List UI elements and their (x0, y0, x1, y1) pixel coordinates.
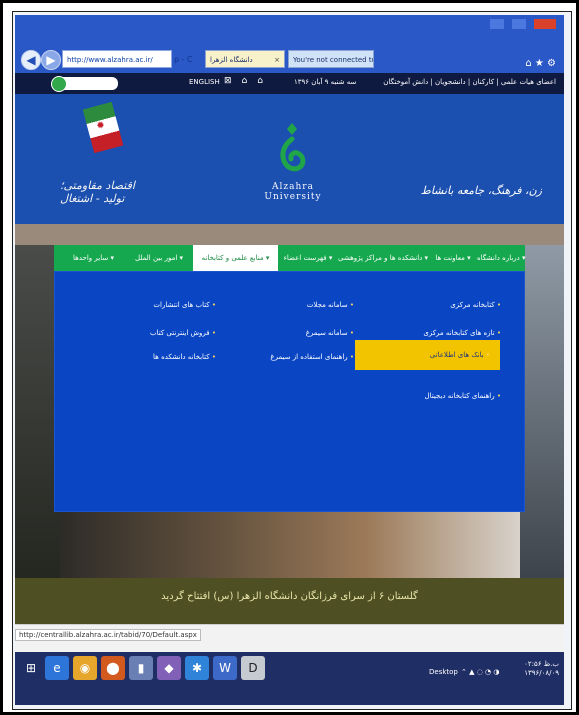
document-icon[interactable]: D (241, 656, 265, 680)
desktop-label[interactable]: Desktop (429, 668, 458, 676)
link-new-central-library[interactable]: تازه های کتابخانه مرکزی (423, 327, 501, 339)
alzahra-logo: Alzahra University (264, 121, 321, 202)
alzahra-logo-mark (280, 123, 306, 172)
status-bar: http://centrallib.alzahra.ac.ir/tabid/70… (15, 624, 564, 653)
top-tool-icons[interactable]: ⊠⌂⌂ (224, 76, 273, 86)
back-button[interactable]: ◀ (21, 50, 41, 70)
link-publications[interactable]: کتاب های انتشارات (153, 299, 216, 311)
site-top-bar: ENGLISH ⊠⌂⌂ سه شنبه ۹ آبان ۱۳۹۶ اعضای هی… (15, 73, 564, 94)
site-banner: ✹ اقتصاد مقاومتی؛ تولید - اشتغال Alzahra… (15, 94, 564, 224)
chrome-icon[interactable]: ◉ (73, 656, 97, 680)
ie-icon[interactable]: e (45, 656, 69, 680)
tab-close-icon[interactable]: × (274, 51, 280, 67)
nav-members[interactable]: فهرست اعضاء ▾ (280, 245, 336, 271)
library-mega-menu: کتابخانه مرکزی تازه های کتابخانه مرکزی ب… (54, 271, 525, 512)
close-button[interactable] (534, 19, 556, 29)
tab-network-label: You're not connected to a net... (293, 56, 373, 64)
maximize-button[interactable] (512, 19, 526, 29)
tab-network[interactable]: You're not connected to a net... (288, 50, 374, 68)
link-databases[interactable]: بانک های اطلاعاتی (430, 349, 490, 361)
nav-about[interactable]: درباره دانشگاه ▾ (477, 245, 526, 271)
main-navigation: سایر واحدها ▾ امور بین الملل ▾ منابع علم… (54, 245, 526, 271)
right-slogan: زن، فرهنگ، جامعه بانشاط (420, 184, 542, 197)
windows-taskbar: ⊞ e ◉ ⬤ ▮ ◆ ✱ W D Desktop ⌃ ▲ ◌ ◔ ◑ ۰۲:۵… (15, 652, 564, 705)
minimize-button[interactable] (490, 19, 504, 29)
forward-button[interactable]: ▶ (41, 50, 61, 70)
status-url: http://centrallib.alzahra.ac.ir/tabid/70… (15, 629, 201, 641)
left-slogan: اقتصاد مقاومتی؛ تولید - اشتغال (60, 179, 135, 205)
news-bar: گلستان ۶ از سرای فرزانگان دانشگاه الزهرا… (15, 578, 564, 624)
clock-date: ۱۳۹۶/۰۸/۰۹ (524, 669, 559, 677)
tab-alzahra[interactable]: دانشگاه الزهرا × (205, 50, 285, 68)
browser-right-icons[interactable]: ⌂ ★ ⚙ (525, 58, 556, 69)
site-search-box[interactable] (51, 76, 118, 92)
browser-screen: ◀ ▶ http://www.alzahra.ac.ir/ ρ - C دانش… (15, 15, 564, 705)
tray-icons[interactable]: ⌃ ▲ ◌ ◔ ◑ (461, 668, 499, 676)
nav-deputies[interactable]: معاونت ها ▾ (430, 245, 476, 271)
media-icon[interactable]: ◆ (157, 656, 181, 680)
english-link[interactable]: ENGLISH (189, 78, 220, 86)
nav-international[interactable]: امور بین الملل ▾ (126, 245, 192, 271)
link-simorgh[interactable]: سامانه سیمرغ (306, 327, 354, 339)
link-online-book-sales[interactable]: فروش اینترنتی کتاب (150, 327, 216, 339)
nav-faculties[interactable]: دانشکده ها و مراکز پژوهشی ▾ (337, 245, 429, 271)
browser-window-header: ◀ ▶ http://www.alzahra.ac.ir/ ρ - C دانش… (15, 15, 564, 73)
link-simorgh-guide[interactable]: راهنمای استفاده از سیمرغ (270, 351, 354, 363)
site-top-links[interactable]: اعضای هیات علمی | کارکنان | دانشجویان | … (383, 78, 556, 86)
address-bar[interactable]: http://www.alzahra.ac.ir/ (62, 50, 172, 68)
nav-other-units[interactable]: سایر واحدها ▾ (62, 245, 125, 271)
link-faculty-libraries[interactable]: کتابخانه دانشکده ها (153, 351, 216, 363)
clock-time: ۰۲:۵۶ ب.ظ (524, 660, 559, 668)
search-icon[interactable] (51, 76, 67, 92)
iran-flag-graphic: ✹ (82, 101, 124, 154)
link-digital-library-guide[interactable]: راهنمای کتابخانه دیجیتال (424, 390, 501, 402)
windows-start-icon[interactable]: ⊞ (19, 656, 43, 680)
databases-highlight[interactable]: بانک های اطلاعاتی (355, 340, 500, 370)
taskbar-clock[interactable]: ۰۲:۵۶ ب.ظ ۱۳۹۶/۰۸/۰۹ (519, 660, 559, 678)
firefox-icon[interactable]: ⬤ (101, 656, 125, 680)
window-controls (490, 19, 556, 29)
site-date: سه شنبه ۹ آبان ۱۳۹۶ (294, 78, 357, 86)
folder-icon[interactable]: ▮ (129, 656, 153, 680)
tab-alzahra-label: دانشگاه الزهرا (210, 56, 253, 64)
news-headline[interactable]: گلستان ۶ از سرای فرزانگان دانشگاه الزهرا… (15, 591, 564, 602)
right-photo-edge (520, 245, 564, 589)
link-journals[interactable]: سامانه مجلات (307, 299, 354, 311)
nav-library[interactable]: منابع علمی و کتابخانه ▾ (193, 245, 278, 271)
browser-toolbar: ◀ ▶ http://www.alzahra.ac.ir/ ρ - C دانش… (15, 46, 564, 73)
photo-frame: ◀ ▶ http://www.alzahra.ac.ir/ ρ - C دانش… (0, 0, 579, 715)
bluetooth-icon[interactable]: ✱ (185, 656, 209, 680)
logo-text: Alzahra University (264, 182, 322, 202)
page-content-background: سایر واحدها ▾ امور بین الملل ▾ منابع علم… (15, 224, 564, 589)
link-central-library[interactable]: کتابخانه مرکزی (450, 299, 501, 311)
flag-emblem-icon: ✹ (95, 119, 107, 133)
word-icon[interactable]: W (213, 656, 237, 680)
